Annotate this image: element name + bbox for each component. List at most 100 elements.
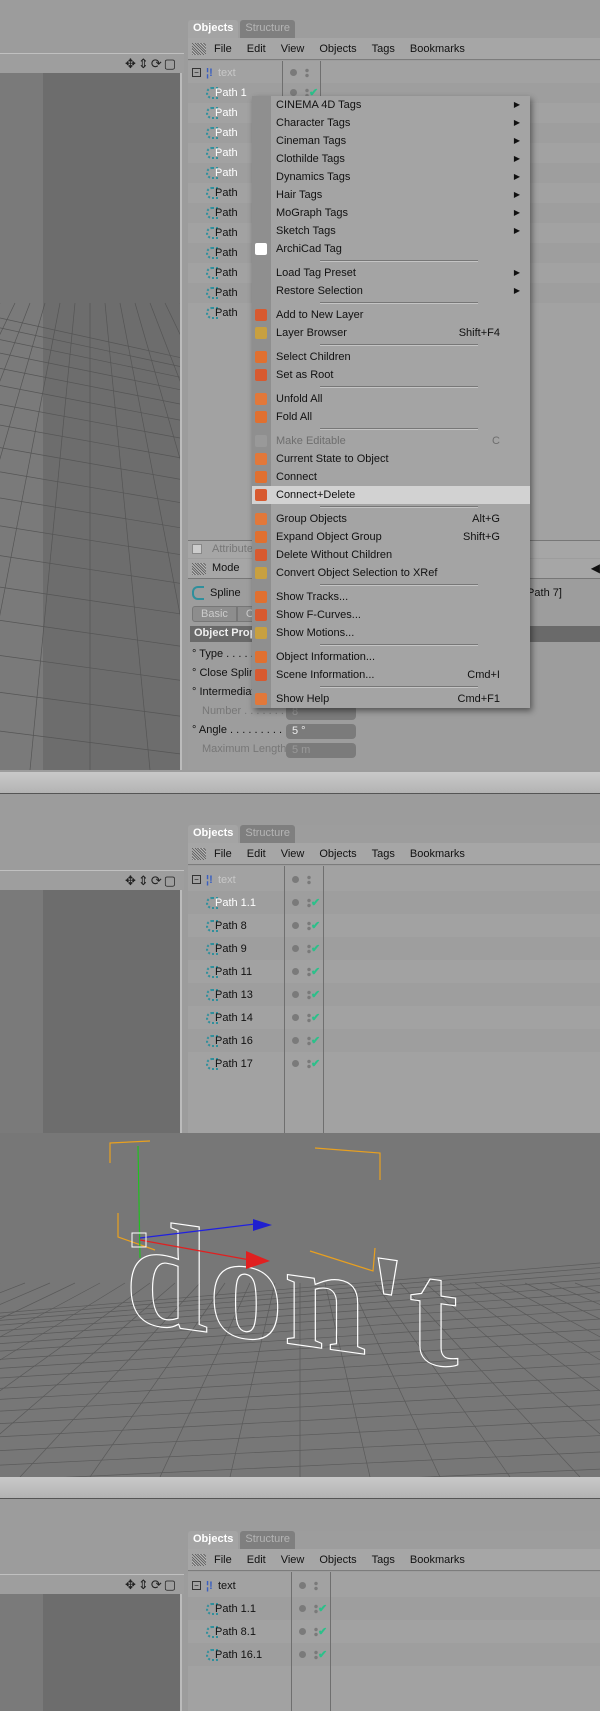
menu-bookmarks[interactable]: Bookmarks — [410, 1554, 465, 1566]
menu-objects[interactable]: Objects — [319, 43, 356, 55]
grip-handle[interactable] — [192, 847, 206, 860]
menu-item-restore-selection[interactable]: Restore Selection ▶ — [252, 282, 530, 300]
property-field[interactable]: 5 ° — [286, 724, 356, 739]
render-dots[interactable] — [314, 1580, 318, 1591]
object-name[interactable]: Path 17 — [215, 1058, 253, 1070]
object-name[interactable]: Path 14 — [215, 1012, 253, 1024]
tree-row[interactable]: − ¦! text — [188, 868, 600, 891]
collapse-icon[interactable]: − — [192, 1580, 201, 1590]
menu-item-connect-delete[interactable]: Connect+Delete — [252, 486, 530, 504]
viewport-2[interactable] — [0, 870, 182, 1133]
object-name[interactable]: Path 1.1 — [215, 1603, 256, 1615]
mode-menu[interactable]: Mode — [212, 562, 240, 574]
tree-row[interactable]: Path 9 ✔ — [188, 937, 600, 960]
object-name[interactable]: Path 1.1 — [215, 897, 256, 909]
object-name[interactable]: Path — [215, 267, 238, 279]
menu-objects[interactable]: Objects — [319, 1554, 356, 1566]
menu-item-load-tag-preset[interactable]: Load Tag Preset ▶ — [252, 264, 530, 282]
object-name[interactable]: Path — [215, 307, 238, 319]
tree-row[interactable]: Path 13 ✔ — [188, 983, 600, 1006]
tree-row[interactable]: Path 8 ✔ — [188, 914, 600, 937]
check-icon[interactable]: ✔ — [311, 896, 320, 909]
menu-item-select-children[interactable]: Select Children — [252, 348, 530, 366]
object-name[interactable]: Path 16 — [215, 1035, 253, 1047]
tree-row[interactable]: Path 16 ✔ — [188, 1029, 600, 1052]
tab-structure[interactable]: Structure — [240, 1531, 295, 1549]
check-icon[interactable]: ✔ — [311, 919, 320, 932]
menu-item-unfold-all[interactable]: Unfold All — [252, 390, 530, 408]
check-icon[interactable]: ✔ — [311, 942, 320, 955]
menu-item-hair-tags[interactable]: Hair Tags ▶ — [252, 186, 530, 204]
tab-objects[interactable]: Objects — [188, 20, 239, 38]
menu-item-fold-all[interactable]: Fold All — [252, 408, 530, 426]
check-icon[interactable]: ✔ — [311, 1034, 320, 1047]
object-name[interactable]: Path 13 — [215, 989, 253, 1001]
tree-row[interactable]: Path 1.1 ✔ — [188, 1597, 600, 1620]
viewport-nav-icons[interactable]: ✥⇕⟳▢ — [125, 1577, 178, 1593]
visibility-dot[interactable] — [292, 898, 299, 906]
menu-view[interactable]: View — [281, 43, 305, 55]
viewport-3[interactable] — [0, 1574, 182, 1711]
menu-item-archicad-tag[interactable]: ArchiCad Tag — [252, 240, 530, 258]
menu-item-scene-information[interactable]: Scene Information... Cmd+I — [252, 666, 530, 684]
object-name[interactable]: Path — [215, 147, 238, 159]
visibility-dot[interactable] — [292, 967, 299, 975]
menu-view[interactable]: View — [281, 848, 305, 860]
object-name[interactable]: Path 8 — [215, 920, 247, 932]
menu-file[interactable]: File — [214, 43, 232, 55]
object-name[interactable]: Path 16.1 — [215, 1649, 262, 1661]
object-name[interactable]: Path — [215, 247, 238, 259]
object-name[interactable]: Path — [215, 207, 238, 219]
viewport-nav-icons[interactable]: ✥⇕⟳▢ — [125, 56, 178, 72]
menu-bookmarks[interactable]: Bookmarks — [410, 43, 465, 55]
visibility-dot[interactable] — [292, 1036, 299, 1044]
attributes-checkbox[interactable] — [192, 544, 202, 554]
visibility-dot[interactable] — [299, 1604, 306, 1612]
tree-row[interactable]: Path 8.1 ✔ — [188, 1620, 600, 1643]
menu-item-clothilde-tags[interactable]: Clothilde Tags ▶ — [252, 150, 530, 168]
menu-item-current-state-to-object[interactable]: Current State to Object — [252, 450, 530, 468]
tree-row[interactable]: Path 16.1 ✔ — [188, 1643, 600, 1666]
menu-item-show-f-curves[interactable]: Show F-Curves... — [252, 606, 530, 624]
menu-bookmarks[interactable]: Bookmarks — [410, 848, 465, 860]
menu-item-add-to-new-layer[interactable]: Add to New Layer — [252, 306, 530, 324]
visibility-dot[interactable] — [299, 1650, 306, 1658]
menu-file[interactable]: File — [214, 1554, 232, 1566]
menu-item-mograph-tags[interactable]: MoGraph Tags ▶ — [252, 204, 530, 222]
column-divider[interactable] — [323, 866, 324, 1133]
render-dots[interactable] — [307, 874, 311, 885]
object-name[interactable]: Path — [215, 187, 238, 199]
visibility-dot[interactable] — [292, 944, 299, 952]
menu-item-set-as-root[interactable]: Set as Root — [252, 366, 530, 384]
tree-row[interactable]: Path 11 ✔ — [188, 960, 600, 983]
tab-basic[interactable]: Basic — [192, 606, 237, 622]
tree-row[interactable]: − ¦! text — [188, 1574, 600, 1597]
tree-row[interactable]: − ¦! text — [188, 63, 600, 83]
tab-objects[interactable]: Objects — [188, 825, 239, 843]
menu-item-sketch-tags[interactable]: Sketch Tags ▶ — [252, 222, 530, 240]
viewport-1[interactable] — [0, 53, 182, 770]
visibility-dot[interactable] — [290, 69, 297, 76]
object-name[interactable]: text — [218, 874, 236, 886]
object-name[interactable]: text — [218, 1580, 236, 1592]
menu-item-character-tags[interactable]: Character Tags ▶ — [252, 114, 530, 132]
object-name[interactable]: Path — [215, 107, 238, 119]
object-name[interactable]: Path 11 — [215, 966, 252, 978]
menu-item-layer-browser[interactable]: Layer Browser Shift+F4 — [252, 324, 530, 342]
menu-item-delete-without-children[interactable]: Delete Without Children — [252, 546, 530, 564]
check-icon[interactable]: ✔ — [311, 1057, 320, 1070]
collapse-icon[interactable]: − — [192, 874, 201, 884]
visibility-dot[interactable] — [292, 990, 299, 998]
visibility-dot[interactable] — [299, 1627, 306, 1635]
menu-item-cineman-tags[interactable]: Cineman Tags ▶ — [252, 132, 530, 150]
menu-objects[interactable]: Objects — [319, 848, 356, 860]
tree-row[interactable]: Path 1.1 ✔ — [188, 891, 600, 914]
menu-item-connect[interactable]: Connect — [252, 468, 530, 486]
check-icon[interactable]: ✔ — [318, 1625, 327, 1638]
object-name[interactable]: Path — [215, 287, 238, 299]
visibility-dot[interactable] — [290, 89, 297, 96]
tab-structure[interactable]: Structure — [240, 825, 295, 843]
visibility-dot[interactable] — [292, 875, 299, 883]
column-divider[interactable] — [291, 1572, 292, 1711]
menu-file[interactable]: File — [214, 848, 232, 860]
